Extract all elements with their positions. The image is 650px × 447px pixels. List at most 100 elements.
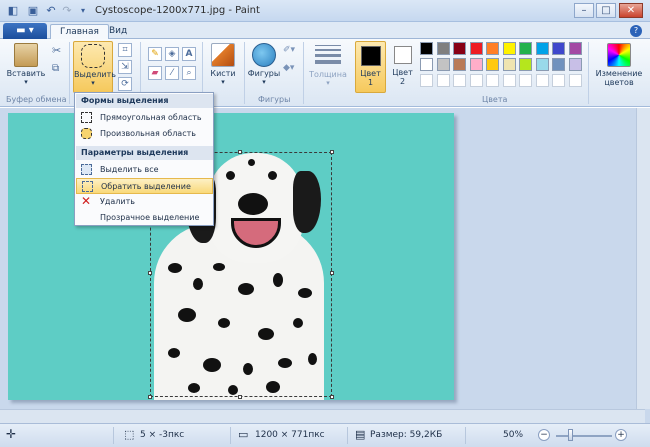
eraser-icon[interactable]: ▰: [148, 66, 162, 80]
menu-item-delete[interactable]: ✕ Удалить: [76, 194, 213, 210]
resize-handle[interactable]: [330, 271, 334, 275]
copy-icon[interactable]: ⧉: [52, 63, 59, 74]
palette-custom-swatch[interactable]: [568, 74, 582, 87]
edit-colors-button[interactable]: Изменение цветов: [591, 43, 647, 87]
palette-swatch[interactable]: [519, 42, 532, 55]
color-picker-icon[interactable]: ⁄: [165, 66, 179, 80]
fill-icon[interactable]: ◈: [165, 47, 179, 61]
maximize-button[interactable]: □: [596, 3, 616, 18]
palette-custom-swatch[interactable]: [535, 74, 549, 87]
freeform-select-icon: [81, 128, 92, 139]
palette-custom-swatch[interactable]: [453, 74, 466, 87]
save-icon[interactable]: ▣: [26, 4, 40, 18]
menu-item-rectangular[interactable]: Прямоугольная область: [76, 110, 213, 126]
undo-icon[interactable]: ↶: [44, 4, 58, 18]
separator: [69, 42, 70, 104]
palette-swatch[interactable]: [436, 58, 450, 71]
zoom-in-button[interactable]: +: [615, 429, 627, 441]
brush-icon: [211, 43, 235, 67]
palette-swatch[interactable]: [420, 42, 433, 55]
close-button[interactable]: ✕: [619, 3, 643, 18]
cut-icon[interactable]: ✂: [52, 44, 61, 57]
resize-handle[interactable]: [330, 395, 334, 399]
clipboard-group-label: Буфер обмена: [6, 95, 67, 104]
shapes-icon: [252, 43, 276, 67]
palette-custom-swatch[interactable]: [420, 74, 433, 87]
palette-swatch[interactable]: [502, 42, 516, 55]
palette-swatch[interactable]: [453, 42, 466, 55]
menu-item-invert-selection[interactable]: Обратить выделение: [76, 178, 213, 194]
pencil-icon[interactable]: ✎: [148, 47, 162, 61]
shapes-button[interactable]: Фигуры ▾: [247, 43, 281, 86]
brushes-button[interactable]: Кисти ▾: [206, 43, 240, 86]
palette-swatch[interactable]: [486, 58, 499, 71]
color-wheel-icon: [607, 43, 631, 67]
color2-number: 2: [399, 77, 406, 86]
menu-item-transparent[interactable]: Прозрачное выделение: [76, 210, 213, 226]
palette-swatch[interactable]: [535, 58, 549, 71]
paint-app-icon: ◧: [7, 4, 19, 17]
palette-custom-swatch[interactable]: [436, 74, 450, 87]
palette-custom-swatch[interactable]: [552, 74, 565, 87]
palette-swatch[interactable]: [552, 42, 565, 55]
text-icon[interactable]: A: [182, 47, 196, 61]
palette-swatch[interactable]: [420, 58, 433, 71]
palette-swatch[interactable]: [568, 58, 582, 71]
zoom-slider-thumb[interactable]: [568, 429, 573, 441]
palette-custom-swatch[interactable]: [486, 74, 499, 87]
color2-swatch: [393, 46, 412, 64]
palette-swatch[interactable]: [535, 42, 549, 55]
select-button[interactable]: Выделить ▾: [73, 41, 116, 93]
zoom-slider-track[interactable]: [556, 435, 612, 437]
menu-item-select-all[interactable]: Выделить все: [76, 162, 213, 178]
resize-icon[interactable]: ⇲: [118, 60, 132, 74]
select-dropdown-icon: ▾: [91, 79, 95, 87]
palette-custom-swatch[interactable]: [502, 74, 516, 87]
menu-item-freeform[interactable]: Произвольная область: [76, 126, 213, 142]
horizontal-scrollbar[interactable]: [0, 409, 645, 423]
outline-icon[interactable]: ✐▾: [283, 45, 295, 55]
redo-icon[interactable]: ↷: [60, 4, 74, 18]
menu-item-label: Произвольная область: [100, 129, 196, 138]
resize-handle[interactable]: [238, 150, 242, 154]
color1-label: Цвет: [360, 69, 381, 78]
file-menu-button[interactable]: ▬ ▾: [3, 23, 47, 39]
vertical-scrollbar[interactable]: [636, 108, 650, 409]
palette-swatch[interactable]: [568, 42, 582, 55]
thickness-button[interactable]: Толщина ▾: [306, 43, 350, 87]
palette-swatch[interactable]: [453, 58, 466, 71]
palette-swatch[interactable]: [469, 58, 483, 71]
file-size: Размер: 59,2КБ: [370, 430, 443, 440]
palette-swatch[interactable]: [502, 58, 516, 71]
paste-dropdown-icon: ▾: [24, 78, 28, 86]
resize-handle[interactable]: [238, 395, 242, 399]
paste-button[interactable]: Вставить ▾: [6, 43, 46, 86]
minimize-button[interactable]: –: [574, 3, 594, 18]
quick-access-dropdown-icon[interactable]: ▾: [76, 4, 90, 18]
resize-handle[interactable]: [148, 271, 152, 275]
palette-custom-swatch[interactable]: [469, 74, 483, 87]
resize-handle[interactable]: [330, 150, 334, 154]
magnifier-icon[interactable]: ⌕: [182, 66, 196, 80]
color2-button[interactable]: Цвет 2: [389, 41, 416, 93]
palette-swatch[interactable]: [436, 42, 450, 55]
palette-custom-swatch[interactable]: [519, 74, 532, 87]
brushes-dropdown-icon: ▾: [221, 78, 225, 86]
tab-view[interactable]: Вид: [100, 24, 136, 39]
thickness-label: Толщина: [309, 70, 347, 79]
palette-swatch[interactable]: [469, 42, 483, 55]
help-icon[interactable]: ?: [630, 25, 642, 37]
palette-swatch[interactable]: [552, 58, 565, 71]
crop-icon[interactable]: ⌗: [118, 43, 132, 57]
clipboard-icon: [14, 43, 38, 67]
separator: [230, 427, 231, 444]
zoom-level: 50%: [503, 430, 524, 440]
palette-swatch[interactable]: [519, 58, 532, 71]
resize-handle[interactable]: [148, 395, 152, 399]
color1-swatch: [360, 46, 381, 66]
zoom-out-button[interactable]: −: [538, 429, 550, 441]
rotate-icon[interactable]: ⟳: [118, 77, 132, 91]
fill-style-icon[interactable]: ◆▾: [283, 63, 294, 73]
color1-button[interactable]: Цвет 1: [355, 41, 386, 93]
palette-swatch[interactable]: [486, 42, 499, 55]
